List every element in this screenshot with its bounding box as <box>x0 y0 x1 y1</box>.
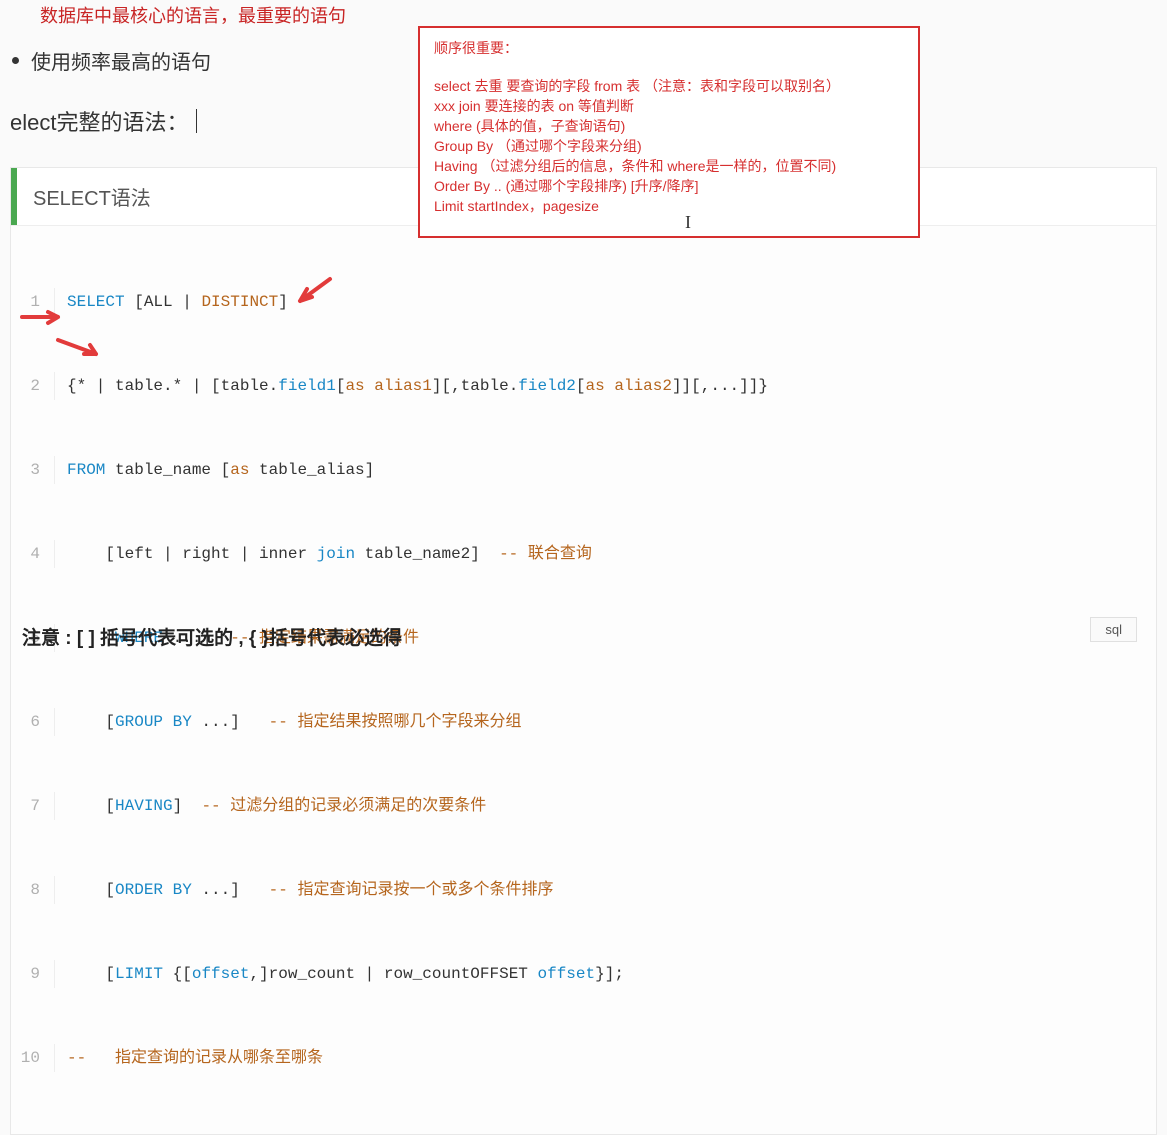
tok: field1 <box>278 377 336 395</box>
code-row: 3 FROM table_name [as table_alias] <box>11 456 1156 484</box>
tok: [ <box>67 797 115 815</box>
note-line: Group By （通过哪个字段来分组) <box>434 136 904 156</box>
line-number: 10 <box>11 1044 55 1072</box>
tok: table_name2] <box>355 545 499 563</box>
line-number: 7 <box>11 792 55 820</box>
tok: table_name [ <box>115 461 230 479</box>
tok: LIMIT <box>115 965 163 983</box>
tok: ORDER BY <box>115 881 192 899</box>
tok: [ <box>67 965 115 983</box>
tok: field2 <box>518 377 576 395</box>
code-row: 8 [ORDER BY ...] -- 指定查询记录按一个或多个条件排序 <box>11 876 1156 904</box>
line-number: 9 <box>11 960 55 988</box>
tok: GROUP BY <box>115 713 192 731</box>
line-number: 4 <box>11 540 55 568</box>
red-arrow-icon <box>290 275 334 309</box>
code-card: SELECT语法 1SELECT [ALL | DISTINCT] 2{* | … <box>10 167 1157 1135</box>
tok: [left | right | inner <box>67 545 317 563</box>
top-area: 数据库中最核心的语言，最重要的语句 使用频率最高的语句 elect完整的语法： … <box>0 0 1167 155</box>
tok: [ <box>67 881 115 899</box>
code-row: 10 -- 指定查询的记录从哪条至哪条 <box>11 1044 1156 1072</box>
code-row: 6 [GROUP BY ...] -- 指定结果按照哪几个字段来分组 <box>11 708 1156 736</box>
annotation-box: 顺序很重要： select 去重 要查询的字段 from 表 （注意：表和字段可… <box>418 26 920 238</box>
tok: ...] <box>192 881 269 899</box>
tok: [ <box>576 377 586 395</box>
tok: as <box>230 461 249 479</box>
tok: offset <box>192 965 250 983</box>
code-row: 4 [left | right | inner join table_name2… <box>11 540 1156 568</box>
tok: ] <box>278 293 288 311</box>
tok: [ <box>336 377 346 395</box>
tok: HAVING <box>115 797 173 815</box>
bullet-text: 使用频率最高的语句 <box>31 46 211 75</box>
note-line: Order By .. (通过哪个字段排序) [升序/降序] <box>434 176 904 196</box>
tok: offset <box>538 965 596 983</box>
note-line: select 去重 要查询的字段 from 表 （注意：表和字段可以取别名） <box>434 76 904 96</box>
ibeam-cursor-icon: I <box>685 212 691 233</box>
footer-note: 注意 : [ ] 括号代表可选的 , { }括号代表必选得 <box>22 623 402 650</box>
tok: SELECT <box>67 293 134 311</box>
line-number: 3 <box>11 456 55 484</box>
note-line: Having （过滤分组后的信息，条件和 where是一样的，位置不同) <box>434 156 904 176</box>
tok: -- 指定查询的记录从哪条至哪条 <box>67 1049 323 1067</box>
tok: -- 联合查询 <box>499 545 592 563</box>
code-block: 1SELECT [ALL | DISTINCT] 2 {* | table.* |… <box>11 225 1156 1134</box>
tok: ] <box>173 797 202 815</box>
note-line: Limit startIndex，pagesize <box>434 196 904 216</box>
code-row: 2{* | table.* | [table.field1[as alias1]… <box>11 372 1156 400</box>
line-number: 6 <box>11 708 55 736</box>
tok: ]][,...]]} <box>672 377 768 395</box>
tok: ...] <box>192 713 269 731</box>
tok: -- 指定查询记录按一个或多个条件排序 <box>269 881 554 899</box>
code-row: 1SELECT [ALL | DISTINCT] <box>11 288 1156 316</box>
tok: DISTINCT <box>201 293 278 311</box>
text-cursor-icon <box>196 109 197 133</box>
tok: }]; <box>595 965 624 983</box>
tok: -- 指定结果按照哪几个字段来分组 <box>269 713 522 731</box>
note-line: xxx join 要连接的表 on 等值判断 <box>434 96 904 116</box>
tok: FROM <box>67 461 115 479</box>
tok: ][,table. <box>432 377 518 395</box>
code-row: 7 [HAVING] -- 过滤分组的记录必须满足的次要条件 <box>11 792 1156 820</box>
tok: as alias1 <box>345 377 431 395</box>
syntax-heading-text: elect完整的语法： <box>10 105 188 137</box>
tok: {[ <box>163 965 192 983</box>
tok: {* | table.* | [table. <box>67 377 278 395</box>
note-line: where (具体的值，子查询语句) <box>434 116 904 136</box>
tok: ,]row_count | row_countOFFSET <box>249 965 537 983</box>
tok: [ <box>67 713 115 731</box>
tok: as alias2 <box>586 377 672 395</box>
language-tag: sql <box>1090 617 1137 642</box>
red-arrow-icon <box>52 336 104 360</box>
red-arrow-icon <box>18 309 66 331</box>
tok: join <box>317 545 355 563</box>
tok: [ALL | <box>134 293 201 311</box>
tok: -- 过滤分组的记录必须满足的次要条件 <box>201 797 486 815</box>
bullet-icon <box>12 57 19 64</box>
line-number: 8 <box>11 876 55 904</box>
tok: table_alias] <box>249 461 374 479</box>
code-row: 9 [LIMIT {[offset,]row_count | row_count… <box>11 960 1156 988</box>
note-title: 顺序很重要： <box>434 38 904 58</box>
line-number: 2 <box>11 372 55 400</box>
